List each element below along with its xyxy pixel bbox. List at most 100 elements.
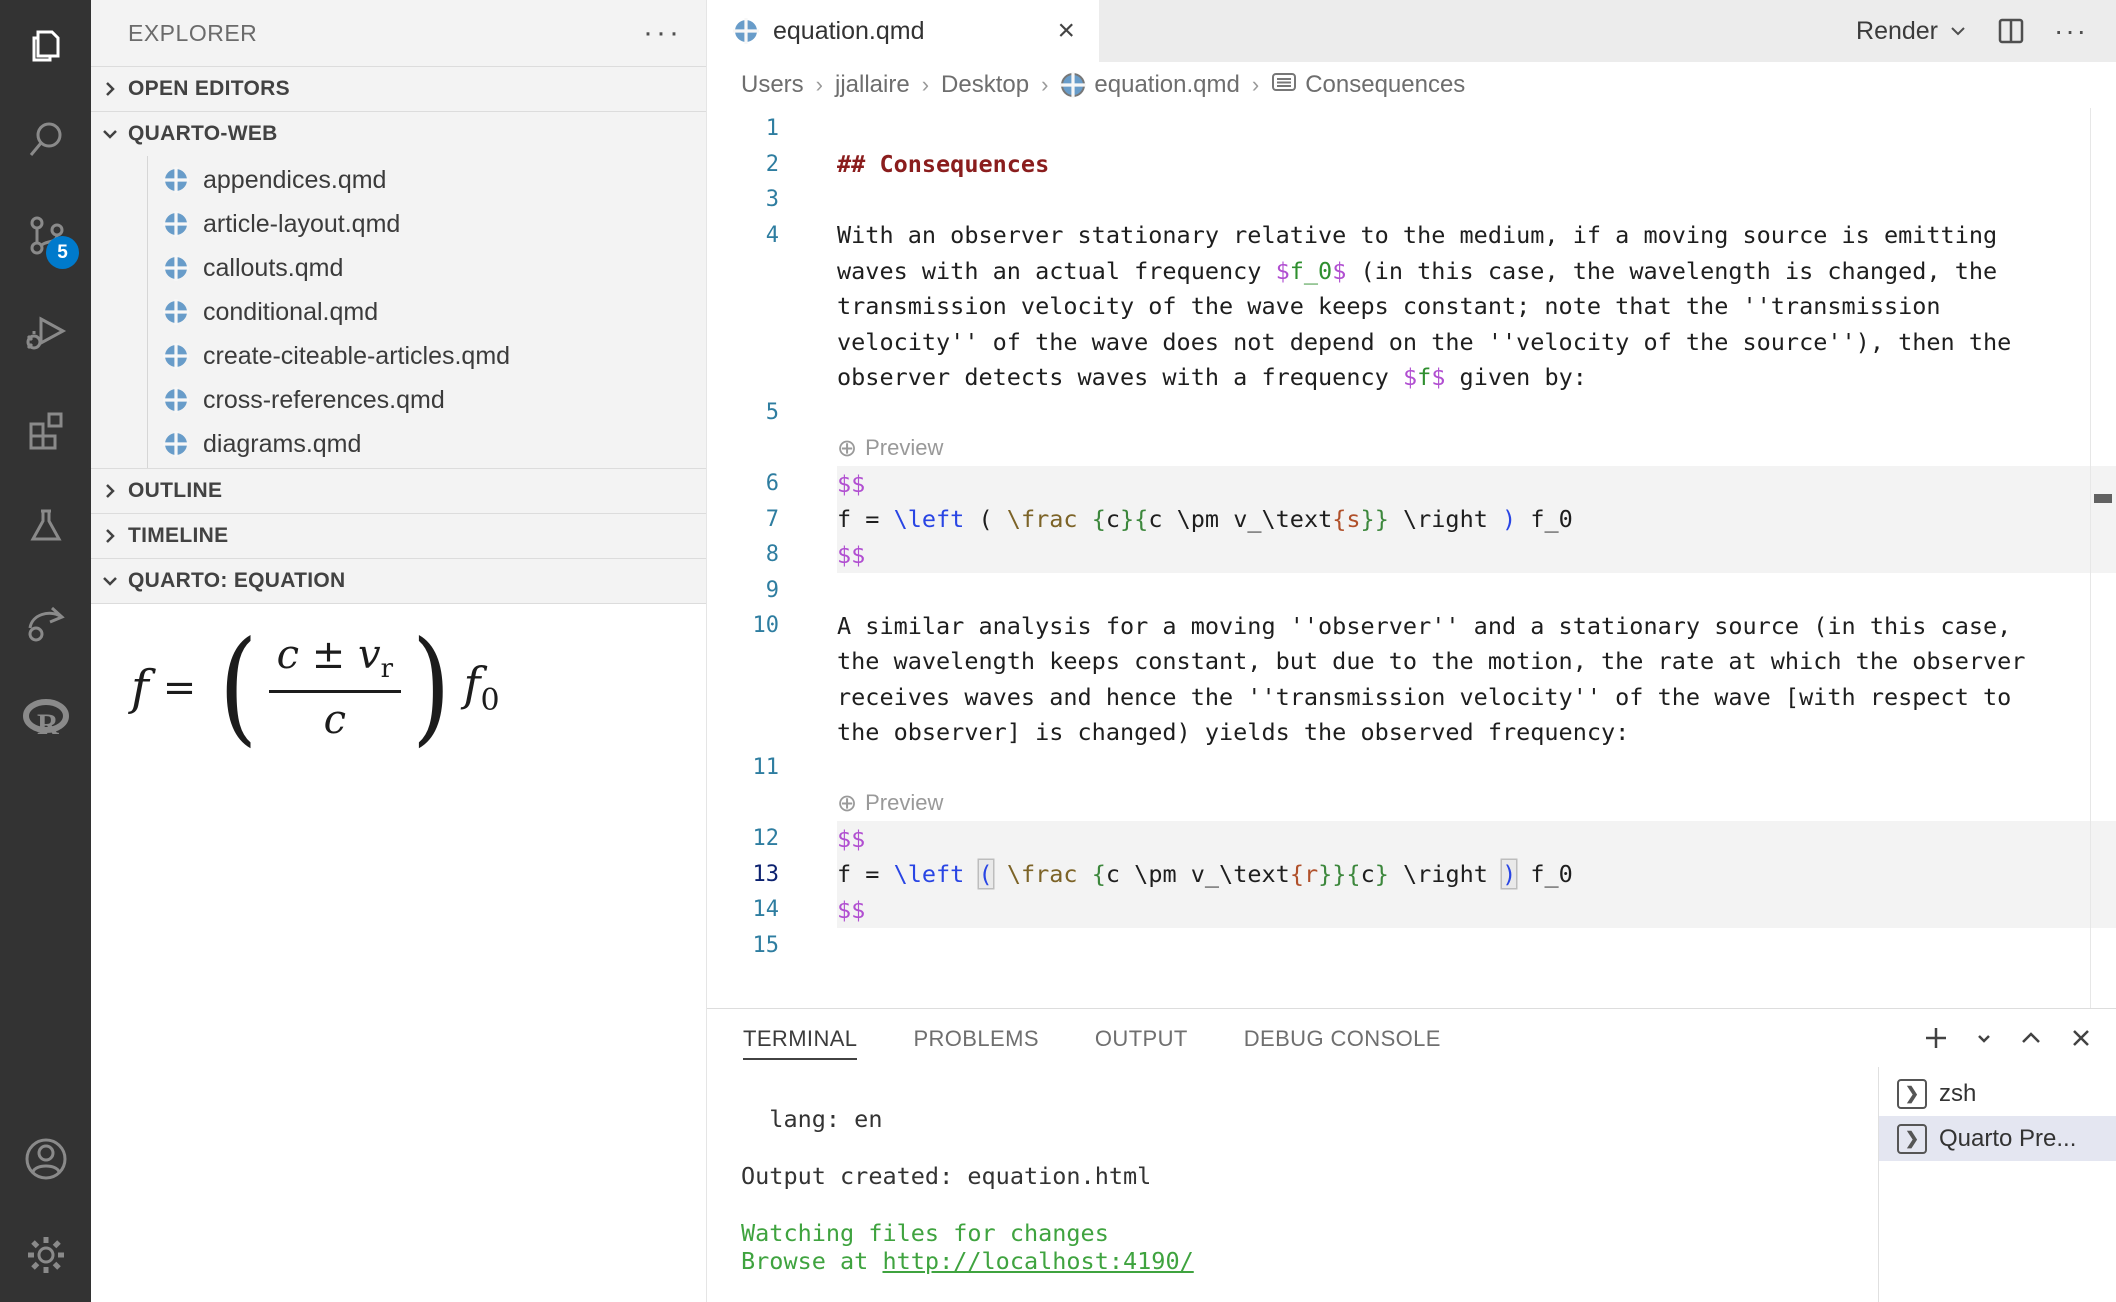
editor-row[interactable]: transmission velocity of the wave keeps … [707,289,2116,325]
terminal-line [741,1190,1878,1218]
editor-row[interactable]: waves with an actual frequency $f_0$ (in… [707,253,2116,289]
line-number: 11 [707,755,837,780]
section-open-editors[interactable]: OPEN EDITORS [91,66,706,111]
editor-row[interactable]: ⊕Preview [707,786,2116,822]
section-quarto-equation[interactable]: QUARTO: EQUATION [91,558,706,603]
file-row-diagrams-qmd[interactable]: diagrams.qmd [91,422,706,466]
breadcrumb-item-consequences[interactable]: Consequences [1271,70,1465,101]
breadcrumb-item-users[interactable]: Users [741,71,804,99]
close-panel-icon[interactable] [2068,1025,2094,1051]
terminal-line: Browse at http://localhost:4190/ [741,1247,1878,1275]
panel-tab-output[interactable]: OUTPUT [1095,1016,1188,1060]
terminal-instance-quarto-pre-[interactable]: ❯Quarto Pre... [1879,1116,2116,1161]
file-row-conditional-qmd[interactable]: conditional.qmd [91,290,706,334]
testing-beaker-icon[interactable] [0,498,91,554]
panel-tab-problems[interactable]: PROBLEMS [913,1016,1038,1060]
render-button[interactable]: Render [1856,17,1968,46]
quarto-file-icon [733,18,759,44]
source-control-icon[interactable]: 5 [0,209,91,265]
overview-ruler[interactable] [2090,108,2116,1008]
file-row-create-citeable-articles-qmd[interactable]: create-citeable-articles.qmd [91,334,706,378]
r-lang-icon[interactable]: R [0,690,91,746]
new-terminal-icon[interactable] [1922,1024,1950,1052]
svg-text:R: R [37,708,59,740]
run-and-debug-icon[interactable] [0,304,91,360]
quarto-file-icon [163,343,189,369]
more-actions-icon[interactable]: ··· [2054,15,2088,47]
settings-gear-icon[interactable] [0,1227,91,1283]
terminal-icon: ❯ [1897,1079,1927,1109]
tab-close-icon[interactable]: × [1051,16,1081,46]
file-row-appendices-qmd[interactable]: appendices.qmd [91,158,706,202]
editor-row[interactable]: 13f = \left ( \frac {c \pm v_\text{r}}{c… [707,857,2116,893]
editor-row[interactable]: 9 [707,573,2116,609]
equation-rhs: f0 [463,657,499,718]
breadcrumb-item-desktop[interactable]: Desktop [941,71,1029,99]
panel-header: TERMINAL PROBLEMS OUTPUT DEBUG CONSOLE [707,1009,2116,1067]
file-row-cross-references-qmd[interactable]: cross-references.qmd [91,378,706,422]
code-line: $$ [837,537,2116,573]
preview-codelens[interactable]: ⊕Preview [837,789,943,818]
editor-row[interactable]: 12$$ [707,821,2116,857]
extensions-icon[interactable] [0,401,91,457]
terminal-output[interactable]: lang: enOutput created: equation.htmlWat… [707,1067,1878,1302]
editor-row[interactable]: 6$$ [707,466,2116,502]
terminal-launch-dropdown-icon[interactable] [1974,1028,1994,1048]
editor-row[interactable]: 8$$ [707,537,2116,573]
editor-row[interactable]: velocity'' of the wave does not depend o… [707,324,2116,360]
code-line: A similar analysis for a moving ''observ… [837,608,2116,644]
editor-row[interactable]: 2## Consequences [707,147,2116,183]
breadcrumb-item-equation-qmd[interactable]: equation.qmd [1060,71,1239,99]
file-row-callouts-qmd[interactable]: callouts.qmd [91,246,706,290]
explorer-icon[interactable] [0,18,91,74]
editor-row[interactable]: ⊕Preview [707,431,2116,467]
file-label: article-layout.qmd [203,210,400,239]
file-label: diagrams.qmd [203,430,361,459]
editor-row[interactable]: 4With an observer stationary relative to… [707,218,2116,254]
chevron-right-icon [91,80,128,98]
terminal-instance-zsh[interactable]: ❯zsh [1879,1071,2116,1116]
editor-row[interactable]: 10A similar analysis for a moving ''obse… [707,608,2116,644]
editor-row[interactable]: 3 [707,182,2116,218]
code-line [837,395,2116,431]
tab-equation-qmd[interactable]: equation.qmd × [707,0,1099,62]
quarto-extension-icon[interactable] [0,594,91,650]
breadcrumb-item-jjallaire[interactable]: jjallaire [835,71,910,99]
editor-row[interactable]: 11 [707,750,2116,786]
editor-row[interactable]: 7f = \left ( \frac {c}{c \pm v_\text{s}}… [707,502,2116,538]
editor-actions: Render ··· [1099,0,2116,62]
section-outline[interactable]: OUTLINE [91,468,706,513]
panel-tab-debug-console[interactable]: DEBUG CONSOLE [1244,1016,1441,1060]
search-icon[interactable] [0,111,91,167]
terminal-link[interactable]: http://localhost:4190/ [882,1247,1193,1275]
terminal-icon: ❯ [1897,1124,1927,1154]
editor-row[interactable]: the observer] is changed) yields the obs… [707,715,2116,751]
file-label: appendices.qmd [203,166,386,195]
code-line: the observer] is changed) yields the obs… [837,715,2116,751]
editor-row[interactable]: 1 [707,111,2116,147]
editor-row[interactable]: observer detects waves with a frequency … [707,360,2116,396]
account-icon[interactable] [0,1131,91,1187]
editor-row[interactable]: 15 [707,928,2116,964]
line-number: 5 [707,400,837,425]
section-quarto-web[interactable]: QUARTO-WEB [91,111,706,156]
editor-row[interactable]: the wavelength keeps constant, but due t… [707,644,2116,680]
breadcrumb-separator-icon: › [922,72,929,98]
panel-tab-terminal[interactable]: TERMINAL [743,1016,857,1060]
preview-codelens[interactable]: ⊕Preview [837,434,943,463]
code-line: $$ [837,892,2116,928]
split-editor-icon[interactable] [1996,16,2026,46]
code-line: $$ [837,821,2116,857]
code-editor[interactable]: 12## Consequences34With an observer stat… [707,108,2116,1008]
editor-row[interactable]: 5 [707,395,2116,431]
maximize-panel-icon[interactable] [2018,1025,2044,1051]
section-timeline[interactable]: TIMELINE [91,513,706,558]
editor-row[interactable]: receives waves and hence the ''transmiss… [707,679,2116,715]
code-line: With an observer stationary relative to … [837,218,2116,254]
file-row-article-layout-qmd[interactable]: article-layout.qmd [91,202,706,246]
explorer-more-actions-icon[interactable]: ··· [643,28,682,38]
file-label: cross-references.qmd [203,386,445,415]
editor-row[interactable]: 14$$ [707,892,2116,928]
file-tree: appendices.qmd article-layout.qmd callouts… [91,156,706,468]
code-line: receives waves and hence the ''transmiss… [837,679,2116,715]
